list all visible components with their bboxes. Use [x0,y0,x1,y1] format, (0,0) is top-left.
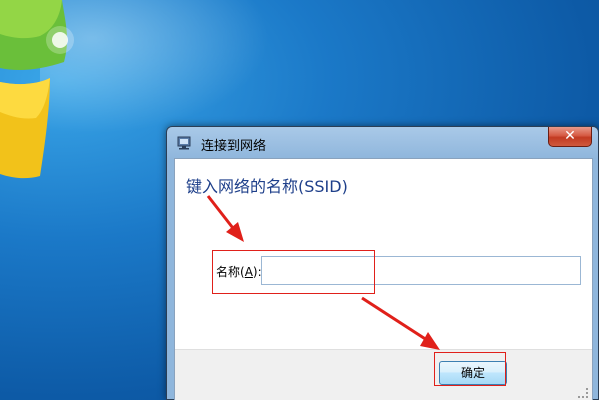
dialog-heading: 键入网络的名称(SSID) [186,177,348,196]
network-icon [177,136,191,150]
annotation-box-ok-button [434,352,506,386]
close-icon: ✕ [564,128,576,144]
desktop: 连接到网络 ✕ 键入网络的名称(SSID) 名称(A): 确定 [0,0,599,400]
annotation-box-name-field [212,250,375,294]
dialog-footer: 确定 [175,349,592,400]
close-button[interactable]: ✕ [548,127,592,147]
dialog-title: 连接到网络 [201,139,267,154]
resize-grip-icon[interactable] [578,388,588,398]
windows-logo-icon [0,0,74,179]
dialog-titlebar[interactable]: 连接到网络 ✕ [167,127,598,159]
